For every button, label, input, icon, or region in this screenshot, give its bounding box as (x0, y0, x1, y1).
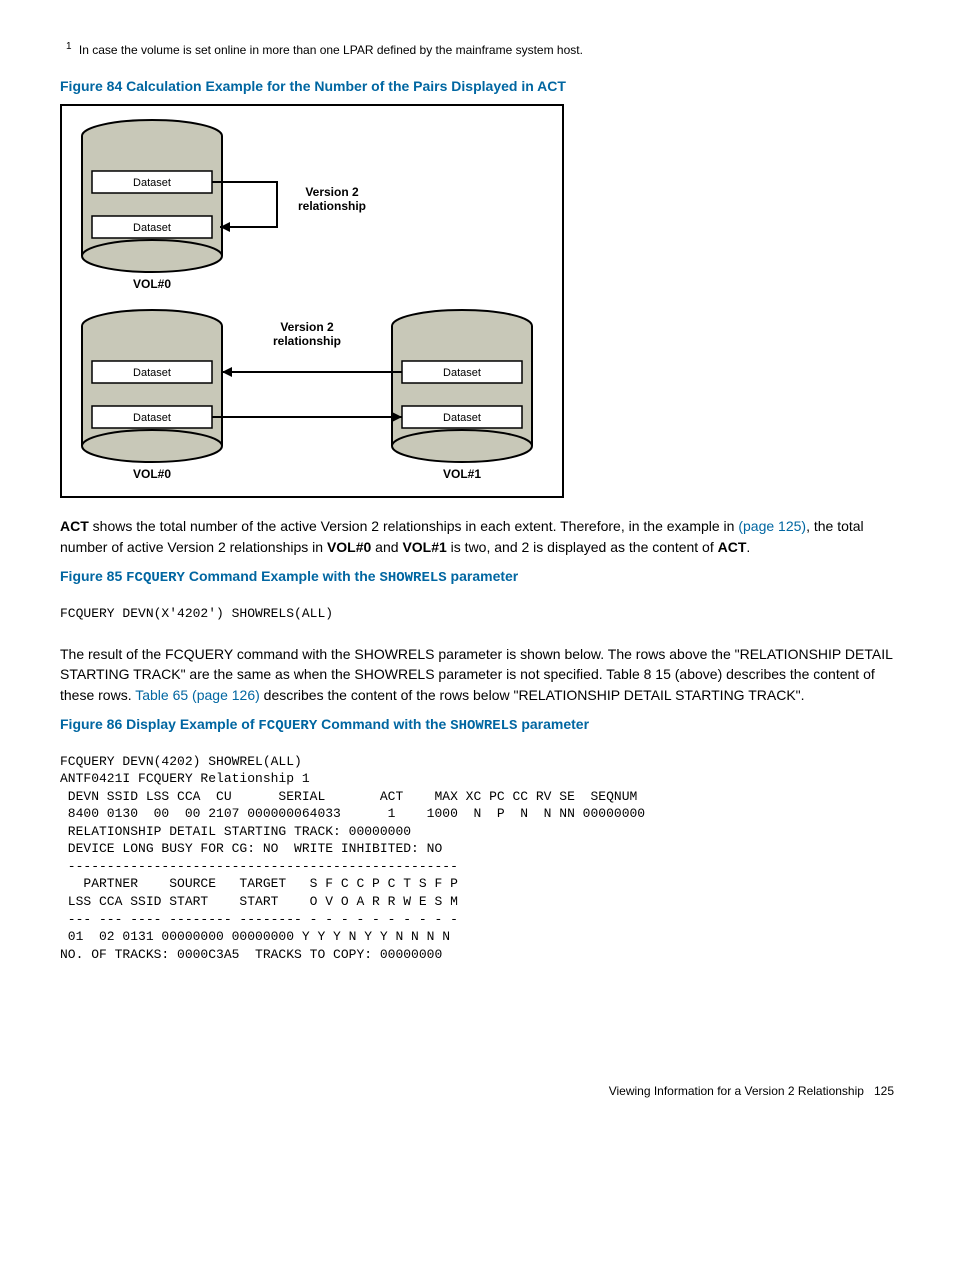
footnote: 1 In case the volume is set online in mo… (66, 40, 894, 59)
vol0-label: VOL#0 (133, 277, 171, 291)
dataset-label: Dataset (133, 222, 171, 234)
footer-text: Viewing Information for a Version 2 Rela… (609, 1084, 864, 1098)
relationship-label: relationship (273, 334, 341, 348)
code-fig85: FCQUERY DEVN(X'4202') SHOWRELS(ALL) (60, 605, 894, 623)
footer-page: 125 (874, 1084, 894, 1098)
dataset-label: Dataset (443, 367, 481, 379)
figure-84-title: Figure 84 Calculation Example for the Nu… (60, 77, 894, 97)
page-footer: Viewing Information for a Version 2 Rela… (60, 1083, 894, 1100)
dataset-label: Dataset (133, 412, 171, 424)
code-fig86: FCQUERY DEVN(4202) SHOWREL(ALL) ANTF0421… (60, 753, 894, 964)
dataset-label: Dataset (133, 177, 171, 189)
page-ref-link[interactable]: (page 125) (738, 518, 806, 534)
version2-label: Version 2 (305, 185, 359, 199)
relationship-label: relationship (298, 199, 366, 213)
figure-85-title: Figure 85 FCQUERY Command Example with t… (60, 567, 894, 589)
footnote-num: 1 (66, 41, 72, 52)
vol1-label: VOL#1 (443, 467, 481, 481)
figure-86-title: Figure 86 Display Example of FCQUERY Com… (60, 715, 894, 737)
act-bold: ACT (60, 518, 89, 534)
version2-label: Version 2 (280, 320, 334, 334)
dataset-label: Dataset (443, 412, 481, 424)
paragraph-act: ACT shows the total number of the active… (60, 516, 894, 557)
table-ref-link[interactable]: Table 65 (page 126) (135, 687, 260, 703)
paragraph-result: The result of the FCQUERY command with t… (60, 644, 894, 705)
dataset-label: Dataset (133, 367, 171, 379)
figure-84-diagram: Dataset Dataset VOL#0 Version 2 relation… (60, 104, 564, 498)
vol0-label: VOL#0 (133, 467, 171, 481)
footnote-text: In case the volume is set online in more… (79, 43, 583, 57)
